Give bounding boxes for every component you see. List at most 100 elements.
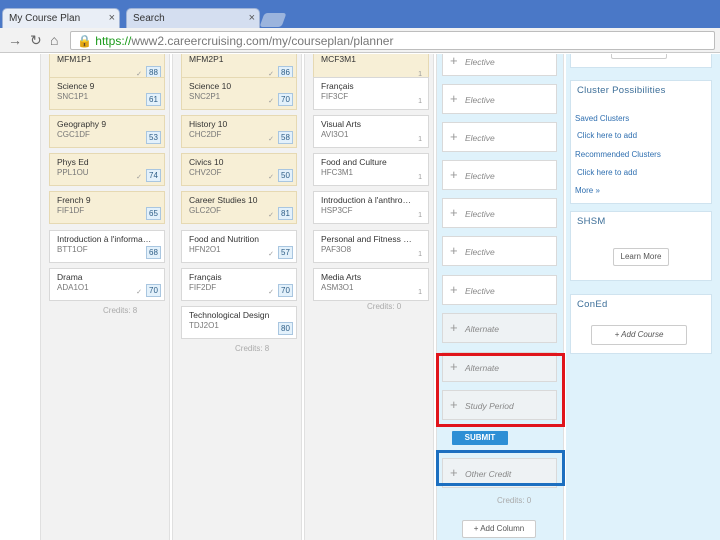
slot-label: Elective — [465, 247, 495, 257]
course-card[interactable]: Technological Design TDJ2O1 80 — [181, 306, 297, 339]
plus-icon: + — [450, 243, 458, 258]
course-card[interactable]: Career Studies 10 GLC2OF ✓ 81 — [181, 191, 297, 224]
tab-search[interactable]: Search × — [126, 8, 260, 30]
course-title: Science 10 — [189, 81, 232, 91]
course-card[interactable]: Civics 10 CHV2OF ✓ 50 — [181, 153, 297, 186]
recommended-clusters-link[interactable]: Click here to add — [577, 168, 637, 177]
course-code: HFN2O1 — [189, 245, 221, 254]
course-card[interactable]: History 10 CHC2DF ✓ 58 — [181, 115, 297, 148]
tab-label: Search — [133, 13, 165, 24]
course-title: Visual Arts — [321, 119, 362, 129]
slot-label: Elective — [465, 57, 495, 67]
course-title: Food and Nutrition — [189, 234, 259, 244]
course-card[interactable]: Introduction à l'anthro… HSP3CF 1 — [313, 191, 429, 224]
grade-badge: 53 — [146, 131, 161, 144]
plus-icon: + — [450, 54, 458, 68]
slot-label: Alternate — [465, 324, 500, 334]
course-title: Science 9 — [57, 81, 95, 91]
add-course-label: Add Course — [621, 330, 664, 339]
url-path: www2.careercruising.com/my/courseplan/pl… — [131, 34, 394, 48]
course-code: FIF1DF — [57, 206, 85, 215]
lock-icon: 🔒 — [77, 34, 92, 48]
course-code: SNC1P1 — [57, 92, 89, 101]
saved-clusters-link[interactable]: Click here to add — [577, 131, 637, 140]
checkmark-icon: ✓ — [268, 136, 274, 143]
course-card[interactable]: Media Arts ASM3O1 1 — [313, 268, 429, 301]
grade11-column: MCF3M1 1 Français FIF3CF 1 Visual Arts AVI3O… — [304, 54, 434, 540]
course-code: ADA1O1 — [57, 283, 89, 292]
course-code: PPL1OU — [57, 168, 89, 177]
add-course-button[interactable]: + Add Course — [591, 325, 687, 345]
coned-title: ConEd — [577, 299, 608, 310]
address-bar[interactable]: 🔒 https://www2.careercruising.com/my/cou… — [70, 31, 715, 50]
course-title: Français — [321, 81, 354, 91]
close-tab-icon[interactable]: × — [109, 12, 115, 24]
shsm-panel: SHSM Learn More — [570, 211, 712, 281]
course-code: ASM3O1 — [321, 283, 354, 292]
checkmark-icon: ✓ — [268, 212, 274, 219]
course-card[interactable]: Science 10 SNC2P1 ✓ 70 — [181, 77, 297, 110]
add-column-label: Add Column — [480, 524, 525, 533]
course-card[interactable]: Visual Arts AVI3O1 1 — [313, 115, 429, 148]
elective-slot[interactable]: + Elective — [442, 198, 557, 228]
submit-button[interactable]: SUBMIT — [452, 431, 508, 445]
course-card[interactable]: Personal and Fitness … PAF3O8 1 — [313, 230, 429, 263]
plus-icon: + — [450, 91, 458, 106]
reload-icon[interactable]: ↻ — [30, 32, 42, 49]
course-card[interactable]: Geography 9 CGC1DF 53 — [49, 115, 165, 148]
course-card[interactable]: Drama ADA1O1 ✓ 70 — [49, 268, 165, 301]
blue-highlight-box — [436, 450, 565, 486]
slot-label: Elective — [465, 133, 495, 143]
elective-slot[interactable]: + Elective — [442, 122, 557, 152]
browser-toolbar: → ↻ ⌂ 🔒 https://www2.careercruising.com/… — [0, 28, 720, 53]
course-card[interactable]: French 9 FIF1DF 65 — [49, 191, 165, 224]
course-card[interactable]: Science 9 SNC1P1 61 — [49, 77, 165, 110]
home-icon[interactable]: ⌂ — [50, 32, 58, 48]
grade10-column: MFM2P1 ✓ 86 Science 10 SNC2P1 ✓ 70 History 10… — [172, 54, 302, 540]
course-card[interactable]: Phys Ed PPL1OU ✓ 74 — [49, 153, 165, 186]
slot-label: Elective — [465, 95, 495, 105]
course-card[interactable]: Français FIF3CF 1 — [313, 77, 429, 110]
recommended-clusters-heading: Recommended Clusters — [575, 150, 661, 159]
back-arrow-icon[interactable]: → — [8, 32, 22, 48]
elective-slot[interactable]: + Elective — [442, 84, 557, 114]
shsm-title: SHSM — [577, 216, 606, 227]
slot-label: Elective — [465, 171, 495, 181]
plus-icon: + — [450, 205, 458, 220]
course-code: AVI3O1 — [321, 130, 349, 139]
more-link[interactable]: More » — [575, 186, 600, 195]
elective-slot[interactable]: + Elective — [442, 54, 557, 76]
course-card[interactable]: Introduction à l'informa… BTT1OF 68 — [49, 230, 165, 263]
learn-more-button[interactable]: Learn More — [613, 248, 669, 266]
course-code: HSP3CF — [321, 206, 353, 215]
course-code: CHV2OF — [189, 168, 222, 177]
elective-slot[interactable]: + Elective — [442, 160, 557, 190]
cluster-title: Cluster Possibilities — [577, 85, 666, 96]
plus-icon: + — [450, 129, 458, 144]
course-code: CGC1DF — [57, 130, 90, 139]
credit-value: 1 — [418, 251, 422, 258]
course-title: MCF3M1 — [321, 54, 356, 64]
course-code: FIF3CF — [321, 92, 349, 101]
panel-button[interactable] — [611, 54, 667, 59]
course-card[interactable]: Food and Culture HFC3M1 1 — [313, 153, 429, 186]
grade-badge: 61 — [146, 93, 161, 106]
coned-panel: ConEd + Add Course — [570, 294, 712, 354]
alternate-slot[interactable]: + Alternate — [442, 313, 557, 343]
new-tab-button[interactable] — [259, 13, 287, 27]
right-sidebar: Cluster Possibilities Saved Clusters Cli… — [566, 54, 720, 540]
grade-badge: 50 — [278, 169, 293, 182]
grade-badge: 70 — [278, 93, 293, 106]
course-code: GLC2OF — [189, 206, 222, 215]
elective-slot[interactable]: + Elective — [442, 275, 557, 305]
tab-my-course-plan[interactable]: My Course Plan × — [2, 8, 120, 30]
course-card[interactable]: Food and Nutrition HFN2O1 ✓ 57 — [181, 230, 297, 263]
grade-badge: 58 — [278, 131, 293, 144]
credit-value: 1 — [418, 212, 422, 219]
add-column-button[interactable]: + Add Column — [462, 520, 536, 538]
course-card[interactable]: Français FIF2DF ✓ 70 — [181, 268, 297, 301]
course-code: BTT1OF — [57, 245, 88, 254]
checkmark-icon: ✓ — [268, 98, 274, 105]
elective-slot[interactable]: + Elective — [442, 236, 557, 266]
close-tab-icon[interactable]: × — [249, 12, 255, 24]
